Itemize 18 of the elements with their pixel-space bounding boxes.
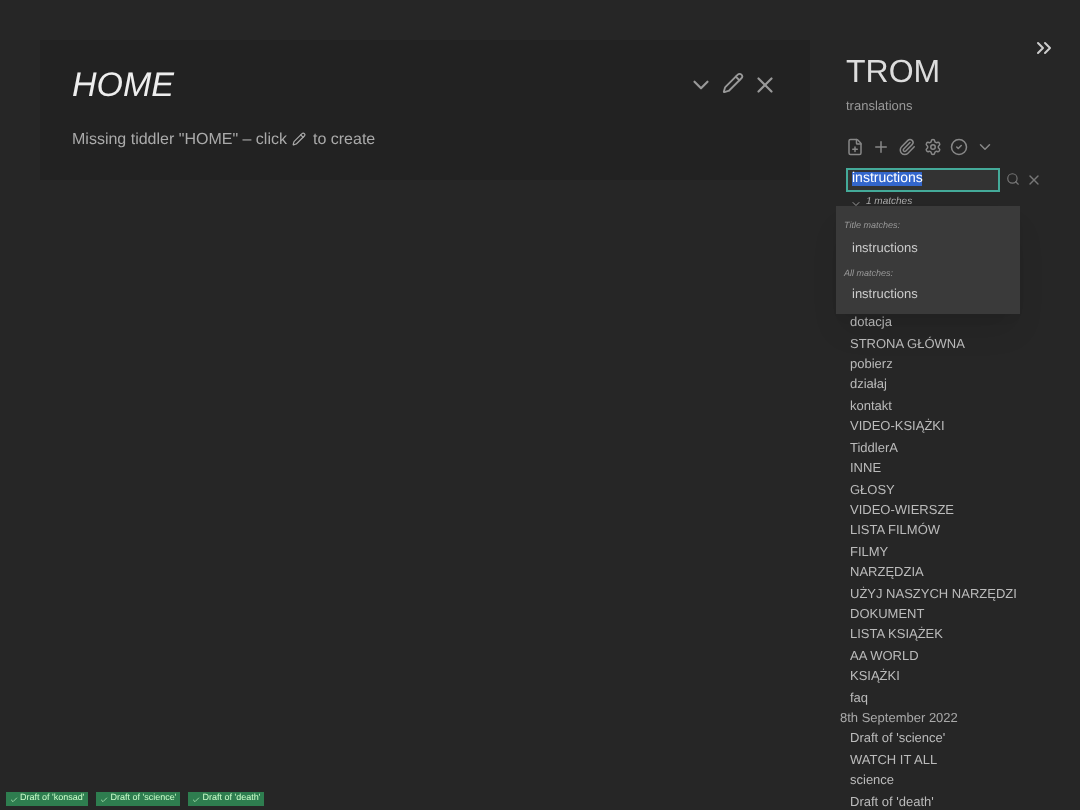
close-icon[interactable] bbox=[752, 72, 778, 99]
missing-tiddler-message: Missing tiddler "HOME" – click to create bbox=[72, 127, 376, 151]
clear-icon[interactable] bbox=[1026, 171, 1042, 188]
site-title: TROM bbox=[846, 58, 941, 90]
plus-icon[interactable] bbox=[872, 137, 890, 156]
collapse-sidebar-icon[interactable] bbox=[1032, 36, 1056, 60]
check-icon bbox=[100, 795, 109, 803]
search-icon[interactable] bbox=[1006, 172, 1020, 187]
edit-icon[interactable] bbox=[292, 132, 307, 146]
check-icon bbox=[192, 795, 201, 803]
check-icon bbox=[10, 795, 18, 803]
check-circle-icon[interactable] bbox=[950, 137, 968, 156]
new-file-icon[interactable] bbox=[846, 137, 864, 156]
paperclip-icon[interactable] bbox=[898, 137, 916, 156]
edit-icon[interactable] bbox=[722, 72, 744, 95]
settings-icon[interactable] bbox=[924, 137, 942, 156]
chevron-down-icon[interactable] bbox=[850, 197, 862, 209]
tiddler-title: HOME bbox=[72, 64, 174, 108]
